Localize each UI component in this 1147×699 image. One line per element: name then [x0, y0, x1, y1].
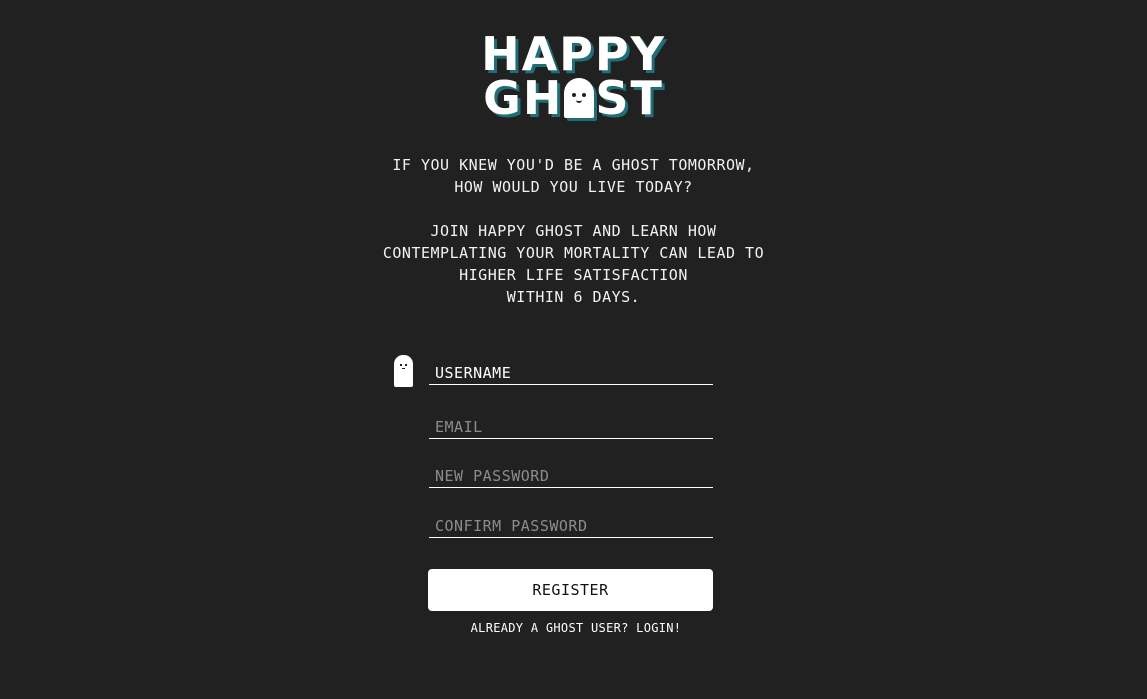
tagline-pitch-line-1: JOIN HAPPY GHOST AND LEARN HOW — [430, 222, 717, 240]
tagline-question-line-1: IF YOU KNEW YOU'D BE A GHOST TOMORROW, — [392, 156, 755, 174]
username-input[interactable] — [429, 362, 713, 384]
logo-line-2-start: GH — [483, 71, 564, 125]
tagline-pitch-line-3: HIGHER LIFE SATISFACTION — [459, 266, 688, 284]
confirm-password-input[interactable] — [429, 515, 713, 537]
ghost-icon — [394, 355, 413, 387]
username-field-wrapper — [429, 362, 713, 385]
tagline-pitch-line-2: CONTEMPLATING YOUR MORTALITY CAN LEAD TO — [382, 244, 765, 262]
new-password-input[interactable] — [429, 465, 713, 487]
login-link-container: ALREADY A GHOST USER? LOGIN! — [0, 621, 1147, 635]
tagline-pitch-line-4: WITHIN 6 DAYS. — [506, 288, 641, 306]
email-field-wrapper — [429, 416, 713, 439]
register-button[interactable]: REGISTER — [428, 569, 713, 611]
tagline-pitch: JOIN HAPPY GHOST AND LEARN HOW CONTEMPLA… — [0, 220, 1147, 308]
logo-line-2: GH ST — [0, 75, 1147, 121]
tagline-question: IF YOU KNEW YOU'D BE A GHOST TOMORROW, H… — [0, 154, 1147, 198]
login-link[interactable]: ALREADY A GHOST USER? LOGIN! — [471, 621, 682, 635]
confirm-password-field-wrapper — [429, 515, 713, 538]
new-password-field-wrapper — [429, 465, 713, 488]
tagline-question-line-2: HOW WOULD YOU LIVE TODAY? — [454, 178, 693, 196]
logo-line-1: HAPPY — [481, 27, 666, 81]
email-input[interactable] — [429, 416, 713, 438]
logo-line-2-end: ST — [595, 71, 664, 125]
app-logo: HAPPY GH ST — [0, 27, 1147, 121]
ghost-icon — [564, 78, 595, 118]
